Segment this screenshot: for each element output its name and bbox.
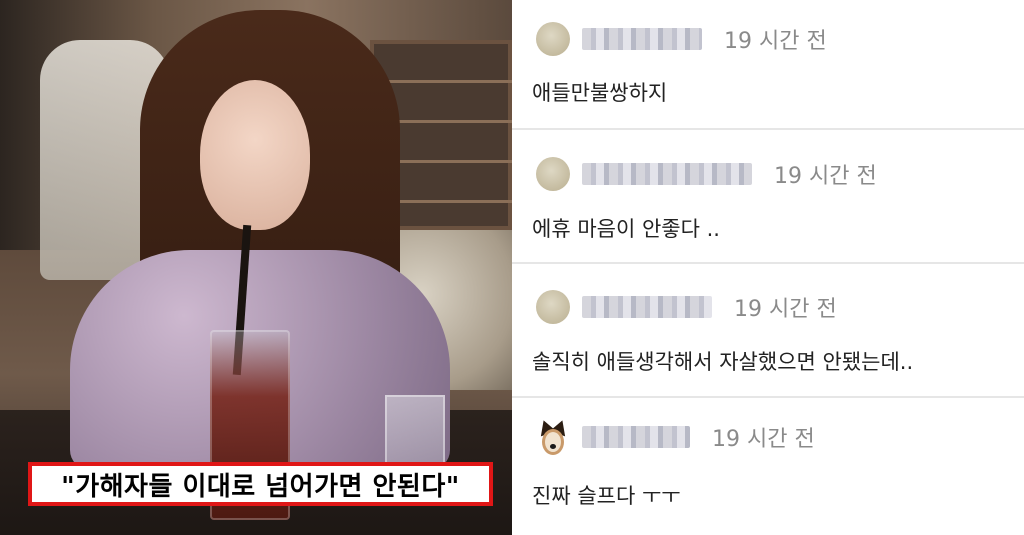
news-photo: "가해자들 이대로 넘어가면 안된다" xyxy=(0,0,512,535)
comment-item: 19 시간 전 에휴 마음이 안좋다 .. xyxy=(512,130,1024,264)
comment-time: 19 시간 전 xyxy=(774,164,877,189)
comment-text: 애들만불쌍하지 xyxy=(532,81,668,105)
comment-list: 19 시간 전 애들만불쌍하지 19 시간 전 에휴 마음이 안좋다 .. 19… xyxy=(512,0,1024,535)
comment-time: 19 시간 전 xyxy=(712,427,815,452)
dog-avatar-icon[interactable] xyxy=(536,417,570,454)
comment-item: 19 시간 전 진짜 슬프다 ㅜㅜ xyxy=(512,398,1024,535)
blurred-username[interactable] xyxy=(582,163,752,185)
comment-text: 에휴 마음이 안좋다 .. xyxy=(532,217,720,241)
blurred-username[interactable] xyxy=(582,296,712,318)
blurred-username[interactable] xyxy=(582,426,690,448)
avatar-circle-icon[interactable] xyxy=(536,290,570,324)
comment-item: 19 시간 전 애들만불쌍하지 xyxy=(512,0,1024,130)
comment-text: 진짜 슬프다 ㅜㅜ xyxy=(532,484,681,508)
comment-time: 19 시간 전 xyxy=(724,29,827,54)
avatar-circle-icon[interactable] xyxy=(536,157,570,191)
woman-face xyxy=(200,80,310,230)
comment-time: 19 시간 전 xyxy=(734,297,837,322)
comment-text: 솔직히 애들생각해서 자살했으면 안됐는데.. xyxy=(532,350,914,374)
blurred-username[interactable] xyxy=(582,28,702,50)
photo-caption: "가해자들 이대로 넘어가면 안된다" xyxy=(28,462,493,506)
avatar-circle-icon[interactable] xyxy=(536,22,570,56)
comment-item: 19 시간 전 솔직히 애들생각해서 자살했으면 안됐는데.. xyxy=(512,264,1024,398)
